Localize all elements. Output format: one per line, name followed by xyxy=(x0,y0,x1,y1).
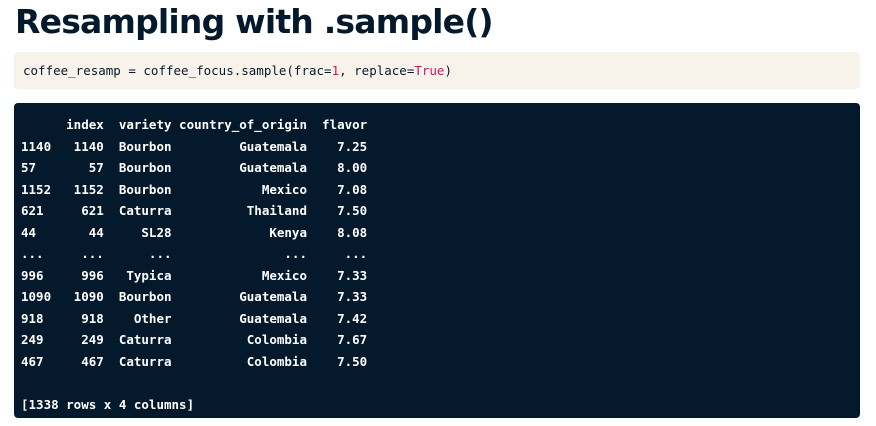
code-block: coffee_resamp = coffee_focus.sample(frac… xyxy=(14,52,860,89)
table-row: 57 57 Bourbon Guatemala 8.00 xyxy=(21,160,368,175)
table-header: index variety country_of_origin flavor xyxy=(21,117,368,132)
dataframe-output: index variety country_of_origin flavor 11… xyxy=(21,114,367,415)
table-row: 249 249 Caturra Colombia 7.67 xyxy=(21,332,368,347)
table-row: ... ... ... ... ... xyxy=(21,246,368,261)
code-text: , replace= xyxy=(339,63,415,78)
table-row: 621 621 Caturra Thailand 7.50 xyxy=(21,203,368,218)
code-text: coffee_resamp = coffee_focus.sample(frac… xyxy=(23,63,332,78)
table-row: 996 996 Typica Mexico 7.33 xyxy=(21,267,368,283)
code-frac-value: 1 xyxy=(331,63,340,78)
table-summary: [1338 rows x 4 columns] xyxy=(21,396,195,412)
table-row: 918 918 Other Guatemala 7.42 xyxy=(21,310,368,326)
table-row: 1152 1152 Bourbon Mexico 7.08 xyxy=(21,181,368,197)
table-row: 44 44 SL28 Kenya 8.08 xyxy=(21,224,368,240)
table-row: 1090 1090 Bourbon Guatemala 7.33 xyxy=(21,289,368,304)
code-replace-value: True xyxy=(414,63,445,78)
page-title: Resampling with .sample() xyxy=(15,2,494,41)
code-text: ) xyxy=(444,63,452,78)
table-row: 1140 1140 Bourbon Guatemala 7.25 xyxy=(21,138,368,154)
output-block: index variety country_of_origin flavor 11… xyxy=(14,103,860,418)
table-row: 467 467 Caturra Colombia 7.50 xyxy=(21,353,368,369)
